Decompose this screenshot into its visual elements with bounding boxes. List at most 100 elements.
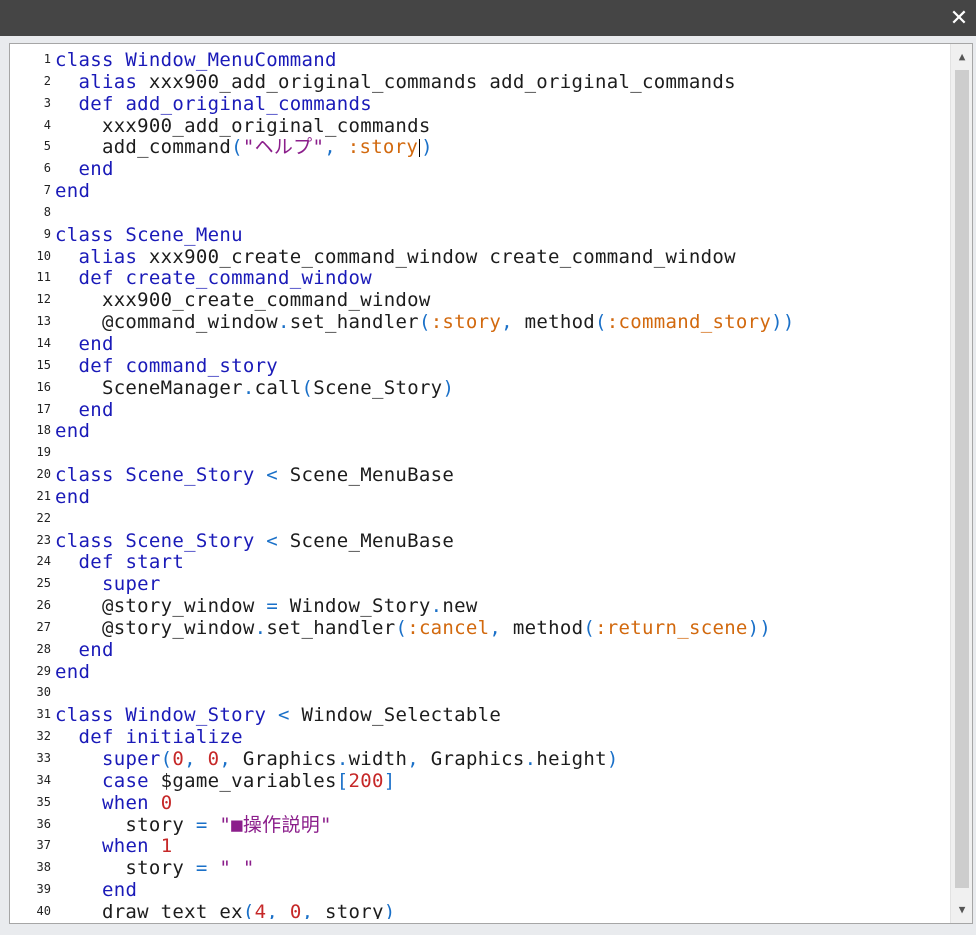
code-line[interactable]: 40 draw_text_ex(4, 0, story) xyxy=(10,901,940,919)
code-line[interactable]: 5 add_command("ヘルプ", :story) xyxy=(10,136,940,158)
code-line[interactable]: 28 end xyxy=(10,639,940,661)
code-line[interactable]: 20 class Scene_Story < Scene_MenuBase xyxy=(10,464,940,486)
code-line[interactable]: 9 class Scene_Menu xyxy=(10,224,940,246)
code-line[interactable]: 32 def initialize xyxy=(10,726,940,748)
code-text: alias xxx900_add_original_commands add_o… xyxy=(55,71,736,93)
code-text: end xyxy=(55,661,90,683)
code-text: @command_window.set_handler(:story, meth… xyxy=(55,311,795,333)
code-text: super xyxy=(55,573,161,595)
code-token: )) xyxy=(747,616,772,639)
line-number: 18 xyxy=(36,423,51,438)
code-line[interactable]: 16 SceneManager.call(Scene_Story) xyxy=(10,377,940,399)
code-line[interactable]: 6 end xyxy=(10,158,940,180)
close-button[interactable]: ✕ xyxy=(946,6,972,32)
code-text: story = "■操作説明" xyxy=(55,814,332,836)
code-line[interactable]: 31 class Window_Story < Window_Selectable xyxy=(10,704,940,726)
code-text: xxx900_create_command_window xyxy=(55,289,431,311)
code-token: < xyxy=(254,529,290,552)
code-token: ( xyxy=(583,616,596,639)
code-line[interactable]: 11 def create_command_window xyxy=(10,267,940,289)
code-line[interactable]: 3 def add_original_commands xyxy=(10,93,940,115)
code-token: "■操作説明" xyxy=(219,813,332,836)
scrollbar-thumb[interactable] xyxy=(955,70,969,888)
code-token: 4 xyxy=(254,900,267,919)
scroll-up-arrow-icon[interactable]: ▲ xyxy=(951,48,973,66)
code-token: 1 xyxy=(160,835,173,858)
code-line[interactable]: 2 alias xxx900_add_original_commands add… xyxy=(10,71,940,93)
code-text: SceneManager.call(Scene_Story) xyxy=(55,377,454,399)
code-line[interactable]: 29 end xyxy=(10,661,940,683)
code-line[interactable]: 24 def start xyxy=(10,551,940,573)
line-number: 5 xyxy=(43,139,51,154)
code-token: end xyxy=(78,638,114,661)
code-line[interactable]: 22 xyxy=(10,508,940,530)
code-token: @story_window xyxy=(55,595,267,618)
code-token: 0 xyxy=(289,900,302,919)
line-number: 31 xyxy=(36,707,51,722)
line-number: 15 xyxy=(36,357,51,372)
line-number: 29 xyxy=(36,663,51,678)
code-token: def initialize xyxy=(78,726,243,749)
code-token: def command_story xyxy=(78,354,279,377)
code-line[interactable]: 13 @command_window.set_handler(:story, m… xyxy=(10,311,940,333)
code-text: def create_command_window xyxy=(55,267,372,289)
code-line[interactable]: 15 def command_story xyxy=(10,355,940,377)
code-line[interactable]: 18 end xyxy=(10,420,940,442)
code-line[interactable]: 37 when 1 xyxy=(10,835,940,857)
code-line[interactable]: 35 when 0 xyxy=(10,792,940,814)
code-line[interactable]: 17 end xyxy=(10,399,940,421)
code-token: SceneManager xyxy=(55,376,243,399)
code-line[interactable]: 19 xyxy=(10,442,940,464)
code-line[interactable]: 12 xxx900_create_command_window xyxy=(10,289,940,311)
line-number: 24 xyxy=(36,554,51,569)
line-number: 14 xyxy=(36,335,51,350)
code-text: class Scene_Menu xyxy=(55,224,243,246)
line-number: 9 xyxy=(43,226,51,241)
code-token: :story xyxy=(347,136,419,159)
vertical-scrollbar[interactable]: ▲ ▼ xyxy=(950,44,972,923)
code-token: , xyxy=(489,616,513,639)
code-line[interactable]: 30 xyxy=(10,682,940,704)
code-line[interactable]: 10 alias xxx900_create_command_window cr… xyxy=(10,246,940,268)
code-line[interactable]: 23 class Scene_Story < Scene_MenuBase xyxy=(10,530,940,552)
code-editor[interactable]: 1 class Window_MenuCommand 2 alias xxx900_… xyxy=(9,43,973,924)
code-line[interactable]: 33 super(0, 0, Graphics.width, Graphics.… xyxy=(10,748,940,770)
code-line[interactable]: 21 end xyxy=(10,486,940,508)
code-area[interactable]: 1 class Window_MenuCommand 2 alias xxx900_… xyxy=(10,49,940,919)
code-line[interactable]: 25 super xyxy=(10,573,940,595)
code-text: class Window_Story < Window_Selectable xyxy=(55,704,501,726)
code-line[interactable]: 39 end xyxy=(10,879,940,901)
code-text: def start xyxy=(55,551,184,573)
code-line[interactable]: 36 story = "■操作説明" xyxy=(10,814,940,836)
code-text: when 1 xyxy=(55,835,172,857)
code-token: @story_window xyxy=(55,616,255,639)
scroll-down-arrow-icon[interactable]: ▼ xyxy=(951,901,973,919)
code-text: when 0 xyxy=(55,792,172,814)
code-line[interactable]: 34 case $game_variables[200] xyxy=(10,770,940,792)
code-text: super(0, 0, Graphics.width, Graphics.hei… xyxy=(55,748,619,770)
code-line[interactable]: 14 end xyxy=(10,333,940,355)
code-line[interactable]: 38 story = " " xyxy=(10,857,940,879)
code-token: ) xyxy=(383,900,396,919)
code-line[interactable]: 27 @story_window.set_handler(:cancel, me… xyxy=(10,617,940,639)
line-number: 17 xyxy=(36,401,51,416)
code-line[interactable]: 4 xxx900_add_original_commands xyxy=(10,115,940,137)
code-line[interactable]: 7 end xyxy=(10,180,940,202)
line-number: 26 xyxy=(36,598,51,613)
code-token: xxx900_add_original_commands add_origina… xyxy=(137,70,736,93)
code-line[interactable]: 1 class Window_MenuCommand xyxy=(10,49,940,71)
code-token: ( xyxy=(242,900,255,919)
code-line[interactable]: 8 xyxy=(10,202,940,224)
close-icon: ✕ xyxy=(949,6,969,31)
line-number: 7 xyxy=(43,183,51,198)
code-token: , xyxy=(266,900,290,919)
code-token: . xyxy=(278,311,290,334)
code-token: story xyxy=(55,813,196,836)
line-number: 25 xyxy=(36,576,51,591)
line-number: 13 xyxy=(36,314,51,329)
code-line[interactable]: 26 @story_window = Window_Story.new xyxy=(10,595,940,617)
